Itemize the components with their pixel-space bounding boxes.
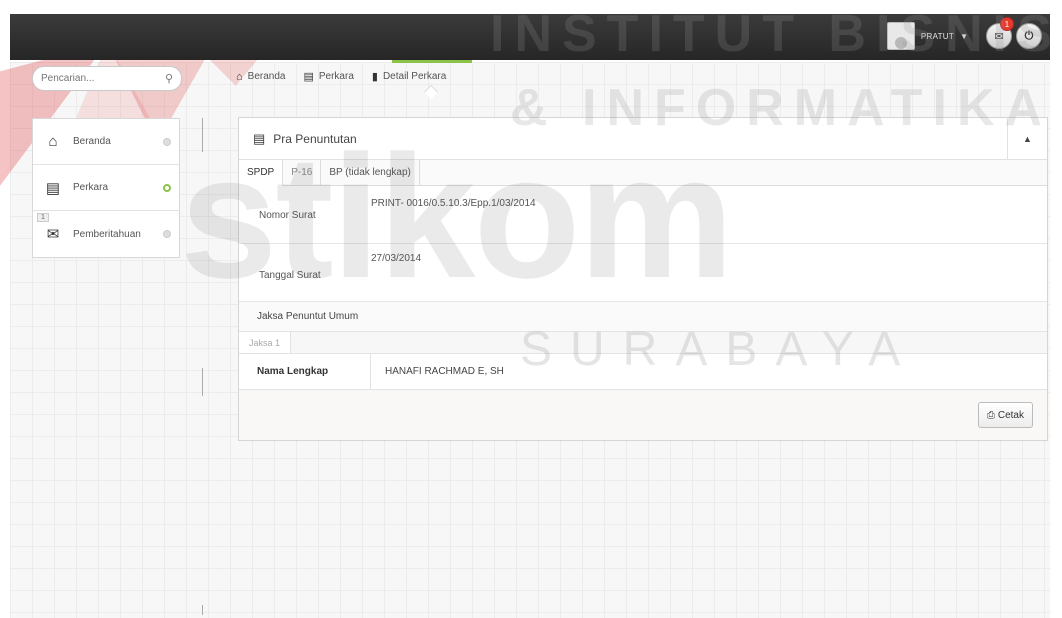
collapse-button[interactable]: ▲ [1007, 118, 1047, 159]
field-label: Nomor Surat [259, 210, 316, 221]
search-icon[interactable]: ⚲ [165, 72, 173, 85]
username-label: PRATUT [920, 31, 955, 41]
sidebar: ⌂ Beranda ▤ Perkara 1 ✉ Pemberitahuan [32, 118, 180, 258]
printer-icon: ⎙ [986, 409, 995, 421]
jaksa-tabs: Jaksa 1 [239, 332, 1047, 354]
tab-p16[interactable]: P-16 [283, 160, 322, 186]
breadcrumb-home[interactable]: ⌂ Beranda [236, 70, 285, 83]
clipboard-icon: ▤ [303, 71, 314, 83]
panel-footer: ⎙ Cetak [239, 390, 1047, 440]
user-menu[interactable]: PRATUT ▼ [886, 22, 968, 50]
sidebar-item-perkara[interactable]: ▤ Perkara [33, 165, 179, 211]
field-value: PRINT- 0016/0.5.10.3/Epp.1/03/2014 [371, 198, 536, 209]
field-label: Tanggal Surat [259, 270, 321, 281]
sidebar-splitter-handle[interactable] [202, 368, 203, 396]
avatar [886, 22, 915, 50]
chevron-up-icon: ▲ [1023, 133, 1032, 144]
print-button-label: Cetak [997, 409, 1024, 421]
print-button[interactable]: ⎙ Cetak [977, 402, 1033, 428]
status-dot [163, 138, 171, 146]
sidebar-splitter-end [202, 605, 203, 615]
panel-tabs: SPDP P-16 BP (tidak lengkap) [239, 160, 1047, 186]
panel-title: Pra Penuntutan [273, 131, 357, 146]
status-dot [163, 230, 171, 238]
active-dot [163, 184, 171, 192]
breadcrumb: ⌂ Beranda ▤ Perkara ▮ Detail Perkara [236, 70, 446, 84]
home-icon: ⌂ [48, 133, 58, 150]
pra-penuntutan-panel: ▤ Pra Penuntutan ▲ SPDP P-16 BP (tidak l… [238, 117, 1048, 441]
field-value: HANAFI RACHMAD E, SH [385, 366, 504, 377]
tab-spdp[interactable]: SPDP [239, 160, 284, 186]
search-box: ⚲ [32, 66, 182, 91]
logout-button[interactable]: ⏻ [1016, 23, 1042, 49]
notification-badge: 1 [1000, 17, 1014, 31]
tab-bp[interactable]: BP (tidak lengkap) [321, 160, 420, 186]
nomor-surat-row: Nomor Surat PRINT- 0016/0.5.10.3/Epp.1/0… [239, 186, 1047, 244]
panel-header: ▤ Pra Penuntutan ▲ [239, 118, 1047, 160]
sidebar-item-label: Beranda [73, 136, 111, 147]
clipboard-icon: ▤ [45, 179, 61, 197]
chevron-down-icon: ▼ [960, 31, 968, 41]
field-value: 27/03/2014 [371, 253, 422, 264]
breadcrumb-perkara[interactable]: ▤ Perkara [303, 70, 353, 83]
clipboard-icon: ▤ [253, 130, 266, 146]
mail-icon: ✉ [994, 30, 1004, 43]
sidebar-item-label: Pemberitahuan [73, 228, 141, 240]
breadcrumb-detail[interactable]: ▮ Detail Perkara [372, 70, 446, 83]
breadcrumb-label: Perkara [318, 71, 354, 82]
tanggal-surat-row: Tanggal Surat 27/03/2014 [239, 244, 1047, 302]
sidebar-item-pemberitahuan[interactable]: 1 ✉ Pemberitahuan [33, 211, 179, 257]
field-label: Nama Lengkap [239, 354, 371, 389]
sidebar-item-beranda[interactable]: ⌂ Beranda [33, 119, 179, 165]
power-icon: ⏻ [1024, 29, 1034, 42]
sidebar-splitter[interactable] [202, 118, 203, 152]
sidebar-badge: 1 [37, 213, 49, 222]
nama-lengkap-row: Nama Lengkap HANAFI RACHMAD E, SH [239, 354, 1047, 390]
section-title: Jaksa Penuntut Umum [239, 302, 1047, 332]
tab-jaksa-1[interactable]: Jaksa 1 [239, 332, 292, 353]
home-icon: ⌂ [236, 70, 243, 83]
sidebar-item-label: Perkara [73, 182, 109, 193]
document-icon: ▮ [371, 71, 378, 83]
search-input[interactable] [41, 73, 161, 84]
top-navbar: PRATUT ▼ ✉ 1 ⏻ [10, 14, 1050, 60]
breadcrumb-label: Detail Perkara [382, 71, 447, 82]
breadcrumb-label: Beranda [247, 71, 286, 82]
mail-icon: ✉ [46, 226, 60, 243]
active-indicator [392, 60, 472, 63]
